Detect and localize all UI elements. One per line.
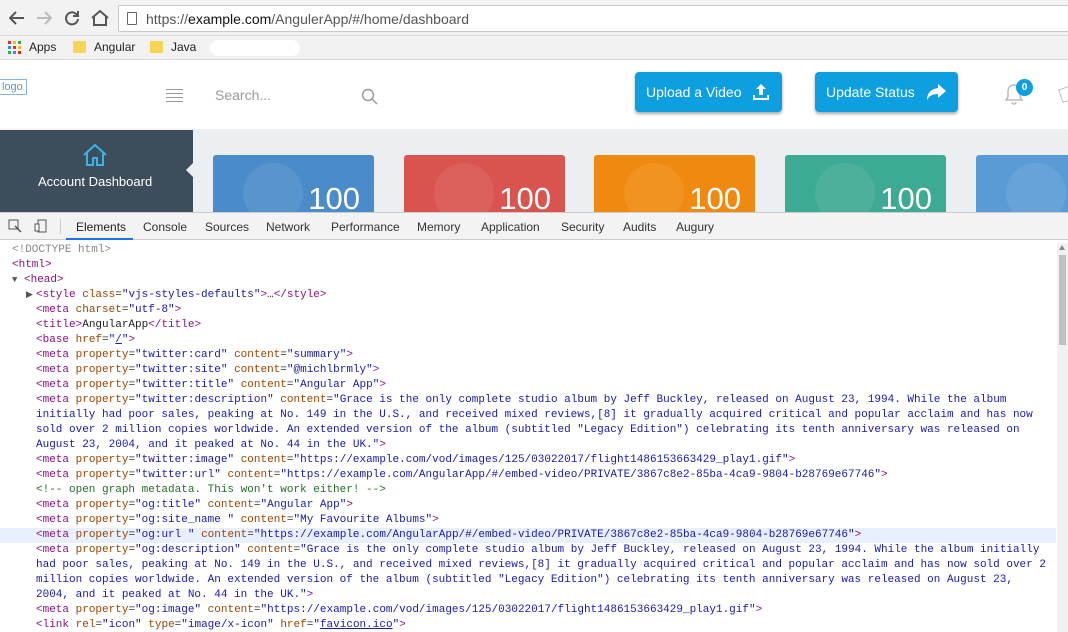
tab-audits[interactable]: Audits <box>623 220 656 234</box>
tile-value: 100 <box>308 181 360 212</box>
reload-button[interactable] <box>62 8 82 28</box>
page-info-icon[interactable] <box>127 12 137 25</box>
folder-icon <box>150 41 163 53</box>
collapse-triangle-icon[interactable]: ▼ <box>12 273 17 288</box>
dom-node-line[interactable]: <!DOCTYPE html> <box>0 243 1056 258</box>
tab-elements[interactable]: Elements <box>76 220 126 234</box>
inspect-icon[interactable] <box>8 219 22 236</box>
folder-icon <box>73 41 86 53</box>
update-status-button[interactable]: Update Status <box>815 72 958 112</box>
back-arrow-icon <box>9 11 24 25</box>
forward-arrow-icon <box>37 11 52 25</box>
dom-node-line[interactable]: <meta charset="utf-8"> <box>0 303 1056 318</box>
dom-node-line[interactable]: <!-- open graph metadata. This won't wor… <box>0 483 1056 498</box>
url-text: https://example.com/AngulerApp/#/home/da… <box>146 11 469 27</box>
tab-console[interactable]: Console <box>143 220 187 234</box>
bookmarks-bar: Apps Angular Java <box>0 36 1068 60</box>
dom-node-line[interactable]: ▶ <style class="vjs-styles-defaults">…</s… <box>0 288 1056 303</box>
dom-node-line[interactable]: <meta property="twitter:card" content="s… <box>0 348 1056 363</box>
home-icon <box>82 143 108 172</box>
bookmark-redacted <box>210 40 300 56</box>
dom-node-line[interactable]: <meta property="og:site_name " content="… <box>0 513 1056 528</box>
dom-node-line[interactable]: <meta property="twitter:site" content="@… <box>0 363 1056 378</box>
tab-security[interactable]: Security <box>561 220 604 234</box>
tab-augury[interactable]: Augury <box>676 220 714 234</box>
upload-video-button[interactable]: Upload a Video <box>635 72 783 112</box>
dom-node-line[interactable]: <link rel="icon" type="image/x-icon" hre… <box>0 618 1056 632</box>
expand-triangle-icon[interactable]: ▶ <box>26 288 33 303</box>
address-bar[interactable]: https://example.com/AngulerApp/#/home/da… <box>118 5 1068 32</box>
share-arrow-icon <box>926 84 946 100</box>
dom-node-line[interactable]: <meta property="og:url " content="https:… <box>0 528 1056 543</box>
upload-icon <box>753 84 770 100</box>
tab-network[interactable]: Network <box>266 220 310 234</box>
search-icon[interactable] <box>361 88 378 110</box>
menu-icon[interactable] <box>166 89 183 105</box>
app-header: logo Search... Upload a Video Update Sta… <box>0 61 1068 130</box>
back-button[interactable] <box>7 8 27 28</box>
elements-tree[interactable]: <!DOCTYPE html> <html> ▼ <head> ▶ <style clas… <box>0 243 1056 632</box>
dom-node-line[interactable]: <base href="/"> <box>0 333 1056 348</box>
dom-node-line[interactable]: <meta property="og:title" content="Angul… <box>0 498 1056 513</box>
notification-badge: 0 <box>1016 79 1033 96</box>
devtools-tabbar: Elements Console Sources Network Perform… <box>0 213 1068 240</box>
devtools-panel: Elements Console Sources Network Perform… <box>0 212 1068 632</box>
tile-value: 100 <box>499 181 551 212</box>
stat-tile[interactable] <box>976 155 1068 212</box>
dom-node-line[interactable]: <meta property="og:description" content=… <box>0 543 1056 603</box>
browser-toolbar: https://example.com/AngulerApp/#/home/da… <box>0 0 1068 36</box>
tab-memory[interactable]: Memory <box>417 220 460 234</box>
stat-tile[interactable]: 100 <box>785 155 946 212</box>
dom-node-line[interactable]: ▼ <head> <box>0 273 1056 288</box>
tab-performance[interactable]: Performance <box>331 220 400 234</box>
mail-icon[interactable] <box>1058 85 1068 103</box>
forward-button[interactable] <box>34 8 54 28</box>
dom-node-line[interactable]: <meta property="twitter:url" content="ht… <box>0 468 1056 483</box>
dom-node-line[interactable]: <html> <box>0 258 1056 273</box>
dashboard-area: Account Dashboard 100 100 100 100 <box>0 130 1068 212</box>
home-icon <box>91 10 109 26</box>
dom-node-line[interactable]: <meta property="twitter:title" content="… <box>0 378 1056 393</box>
bookmark-java[interactable]: Java <box>150 40 196 54</box>
stat-tile[interactable]: 100 <box>594 155 755 212</box>
dom-node-line[interactable]: <title>AngularApp</title> <box>0 318 1056 333</box>
tile-value: 100 <box>880 181 932 212</box>
reload-icon <box>65 11 79 26</box>
dom-node-line[interactable]: <meta property="og:image" content="https… <box>0 603 1056 618</box>
devtools-scrollbar[interactable] <box>1057 243 1068 632</box>
bookmark-angular[interactable]: Angular <box>73 40 135 54</box>
tile-value: 100 <box>689 181 741 212</box>
home-button[interactable] <box>90 8 110 28</box>
dom-node-line[interactable]: <meta property="twitter:image" content="… <box>0 453 1056 468</box>
device-toggle-icon[interactable] <box>34 219 48 236</box>
apps-grid-icon <box>8 40 21 54</box>
tab-application[interactable]: Application <box>481 220 540 234</box>
stat-tile[interactable]: 100 <box>404 155 565 212</box>
sidebar-item-account-dashboard[interactable]: Account Dashboard <box>0 130 194 212</box>
search-input[interactable]: Search... <box>215 87 271 103</box>
bookmark-apps[interactable]: Apps <box>8 40 56 54</box>
tab-sources[interactable]: Sources <box>205 220 249 234</box>
dom-node-line[interactable]: <meta property="twitter:description" con… <box>0 393 1056 453</box>
logo[interactable]: logo <box>0 79 27 95</box>
stat-tile[interactable]: 100 <box>213 155 374 212</box>
